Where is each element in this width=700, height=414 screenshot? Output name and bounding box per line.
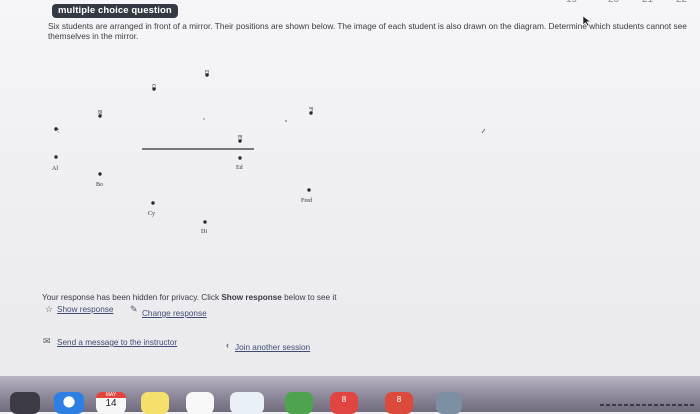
- image-d-prime: D': [203, 70, 209, 77]
- star-icon: ☆: [45, 304, 54, 314]
- stray-mark: [203, 118, 205, 120]
- safari-icon[interactable]: [54, 392, 84, 414]
- reminders-icon[interactable]: [186, 392, 214, 414]
- change-response-link[interactable]: Change response: [142, 309, 207, 318]
- image-b-prime: B': [96, 110, 102, 118]
- student-di: Di: [201, 220, 207, 235]
- svg-text:B': B': [96, 110, 102, 115]
- image-f-prime: F': [307, 107, 313, 115]
- svg-text:E': E': [236, 135, 242, 140]
- calendar-icon[interactable]: MAY 14: [96, 392, 126, 414]
- join-session-link[interactable]: Join another session: [235, 343, 310, 352]
- svg-text:F': F': [307, 107, 313, 111]
- calendar-day: 14: [105, 398, 117, 409]
- stray-mark: [285, 120, 287, 122]
- student-al: Al: [52, 155, 58, 172]
- envelope-icon: ✉: [43, 336, 51, 346]
- pencil-icon: ✎: [130, 304, 138, 314]
- student-fred: Fred: [301, 188, 312, 204]
- image-c-prime: C': [150, 84, 156, 91]
- send-message-link[interactable]: Send a message to the instructor: [57, 338, 177, 347]
- svg-text:Al: Al: [52, 166, 58, 172]
- svg-text:Bo: Bo: [96, 182, 103, 188]
- dock-divider: [600, 404, 696, 406]
- notification-badge[interactable]: 8: [385, 392, 413, 414]
- mouse-cursor-icon: [582, 15, 592, 27]
- launchpad-icon[interactable]: [10, 392, 40, 414]
- svg-text:Ed: Ed: [236, 165, 243, 171]
- dock-taskbar: MAY 14 8 8: [0, 376, 700, 414]
- image-e-prime: E': [236, 135, 242, 143]
- svg-text:Di: Di: [201, 229, 207, 235]
- app-icon[interactable]: [436, 392, 462, 414]
- hidden-response-note: Your response has been hidden for privac…: [42, 293, 337, 302]
- student-ed: Ed: [236, 156, 243, 171]
- stray-mark: [481, 128, 486, 134]
- svg-text:Cy: Cy: [148, 211, 155, 217]
- svg-text:Fred: Fred: [301, 198, 312, 204]
- notification-badge[interactable]: 8: [330, 392, 358, 414]
- messages-icon[interactable]: [285, 392, 313, 414]
- photos-board-icon[interactable]: [230, 392, 264, 414]
- image-a-prime: A': [53, 127, 59, 132]
- student-bo: Bo: [96, 172, 103, 188]
- show-response-link[interactable]: Show response: [57, 305, 113, 314]
- chevron-left-icon: ‹: [226, 340, 229, 350]
- question-page: 19 20 21 22 multiple choice question Six…: [0, 0, 700, 378]
- notes-icon[interactable]: [141, 392, 169, 414]
- student-cy: Cy: [148, 201, 155, 217]
- mirror-diagram: A' B' C' D' E' F' Al Bo: [52, 70, 486, 235]
